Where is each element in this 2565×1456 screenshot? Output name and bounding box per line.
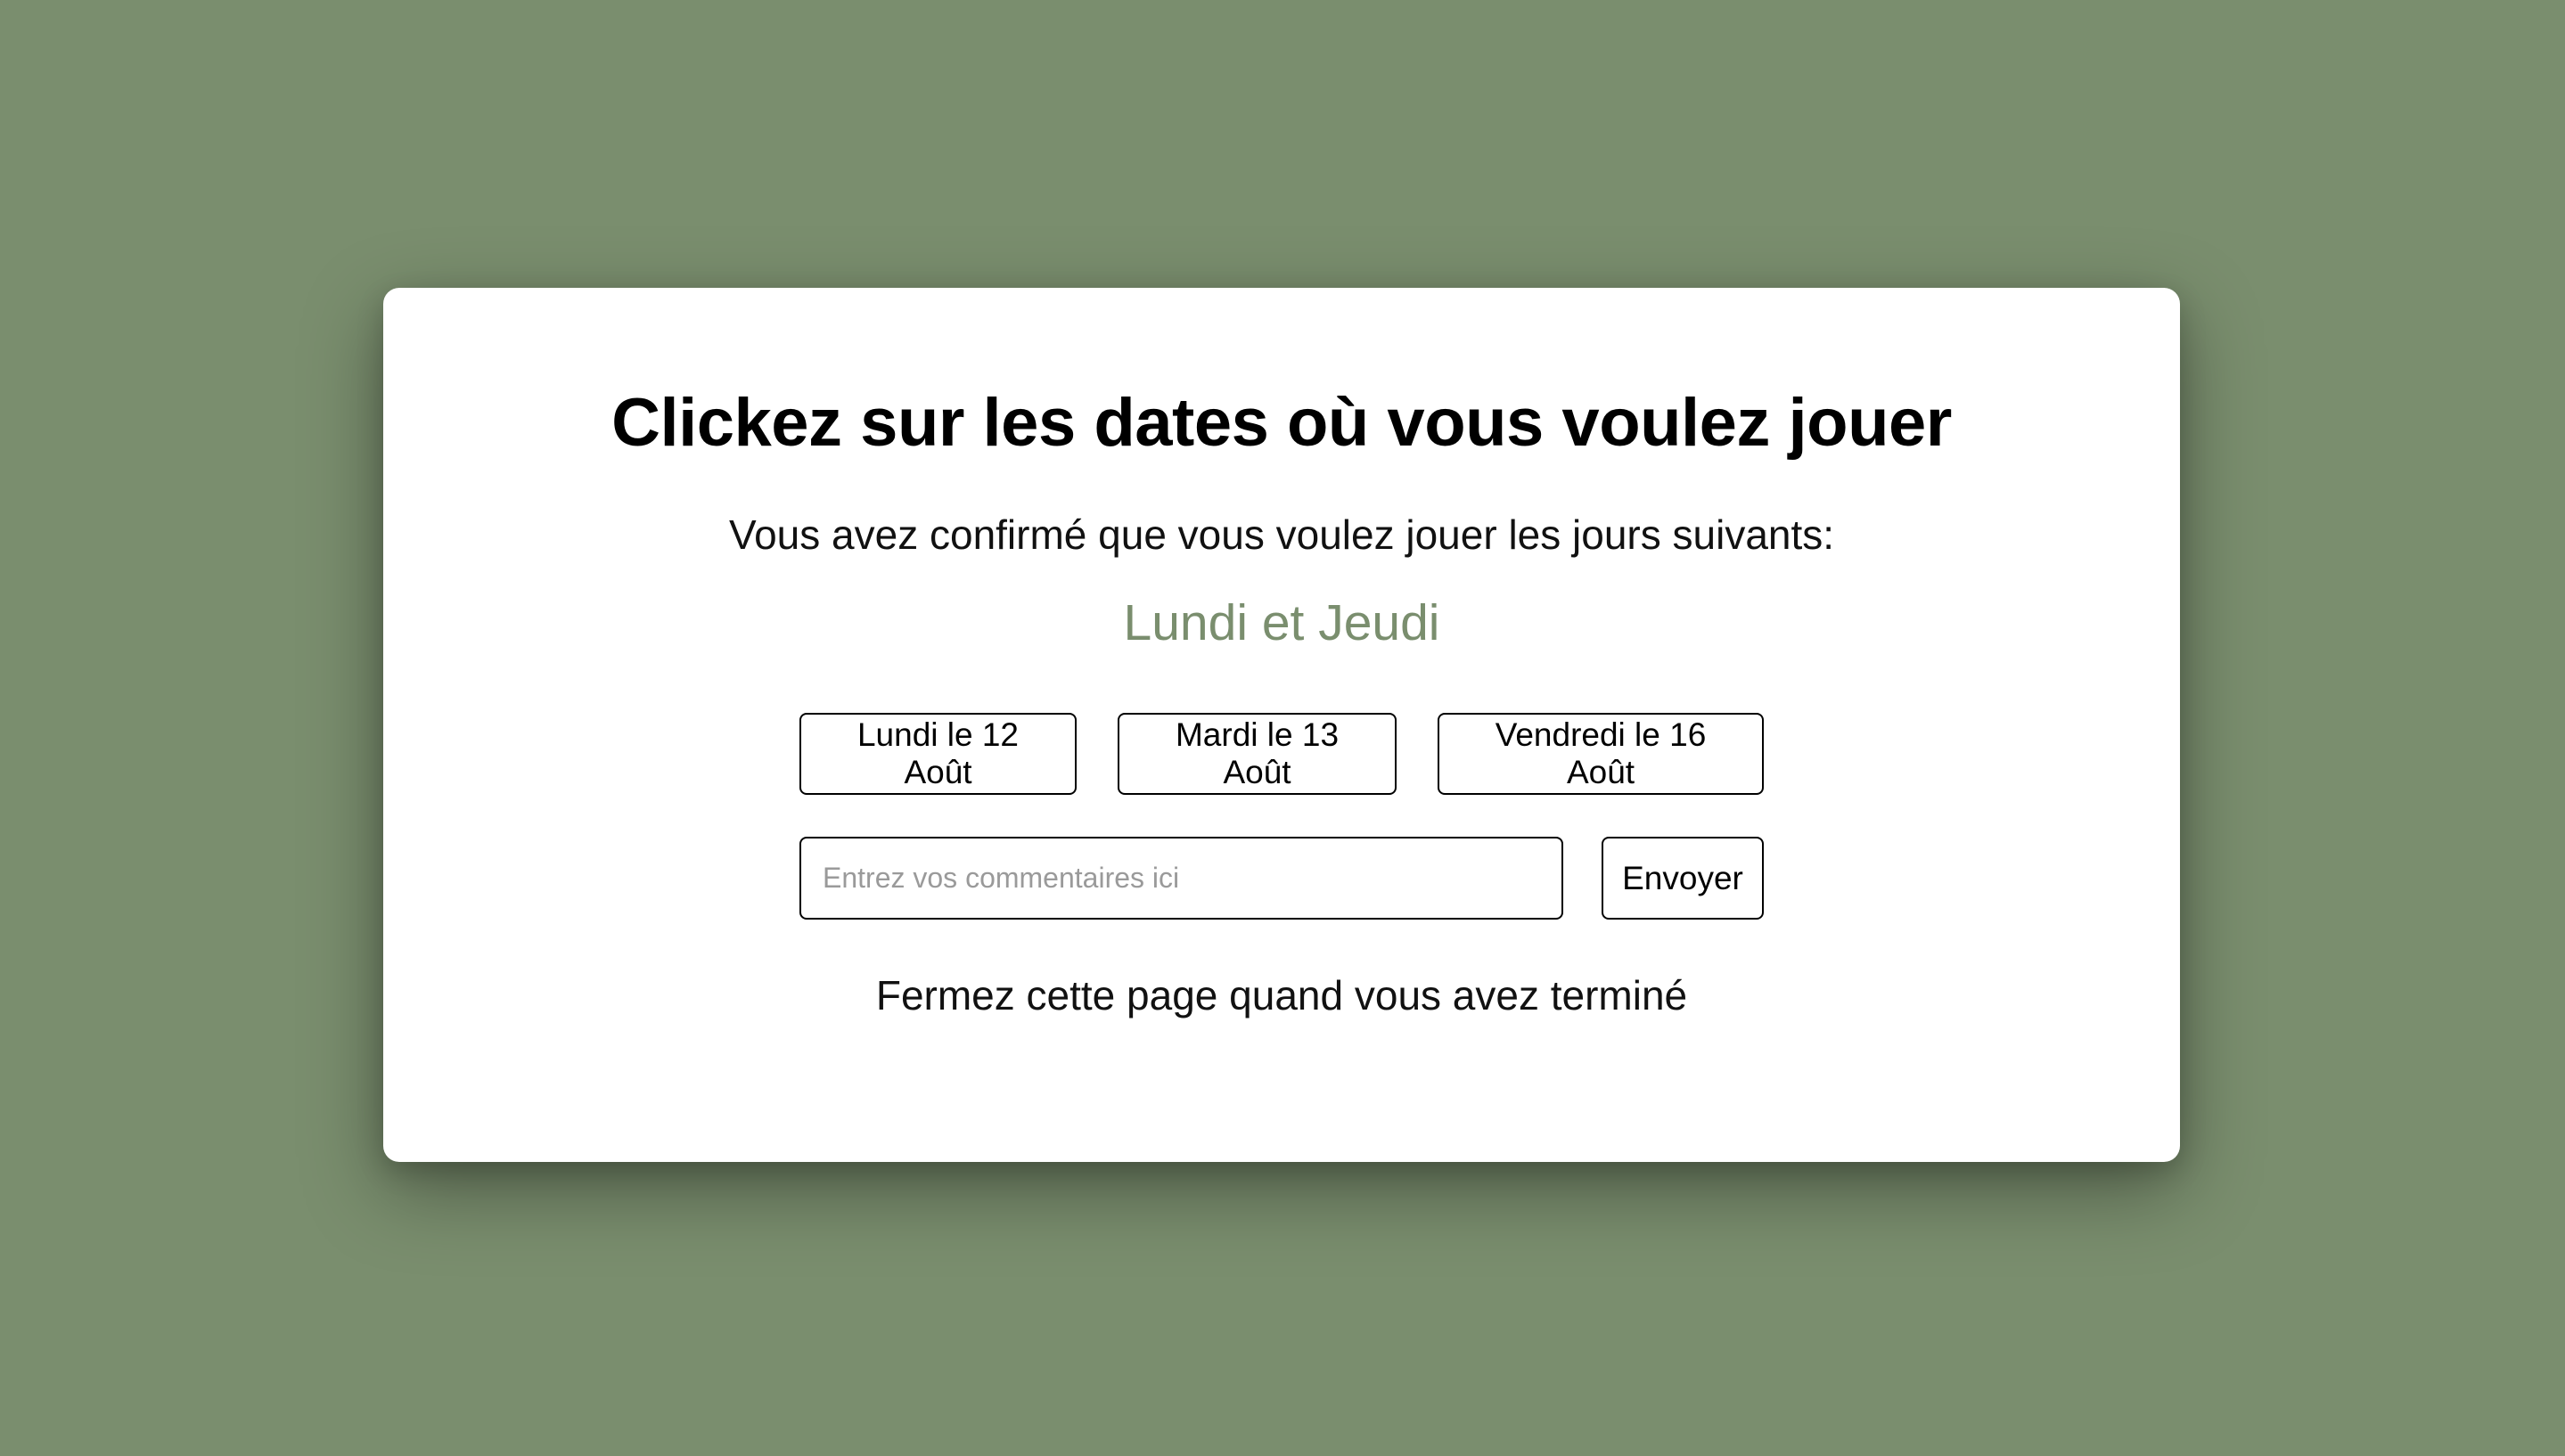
comment-input[interactable] <box>799 837 1563 920</box>
comment-row: Envoyer <box>799 837 1764 920</box>
date-selection-card: Clickez sur les dates où vous voulez jou… <box>383 288 2180 1162</box>
confirmation-text: Vous avez confirmé que vous voulez jouer… <box>728 511 1835 558</box>
page-title: Clickez sur les dates où vous voulez jou… <box>611 385 1952 461</box>
footer-note: Fermez cette page quand vous avez termin… <box>875 972 1688 1018</box>
date-button-vendredi-16-aout[interactable]: Vendredi le 16 Août <box>1438 713 1764 795</box>
date-buttons-row: Lundi le 12 Août Mardi le 13 Août Vendre… <box>799 713 1764 795</box>
date-button-lundi-12-aout[interactable]: Lundi le 12 Août <box>799 713 1077 795</box>
date-button-mardi-13-aout[interactable]: Mardi le 13 Août <box>1118 713 1397 795</box>
confirmed-days: Lundi et Jeudi <box>1123 594 1440 651</box>
send-button[interactable]: Envoyer <box>1602 837 1764 920</box>
page-background: { "dialog": { "title": "Clickez sur les … <box>0 0 2565 1456</box>
